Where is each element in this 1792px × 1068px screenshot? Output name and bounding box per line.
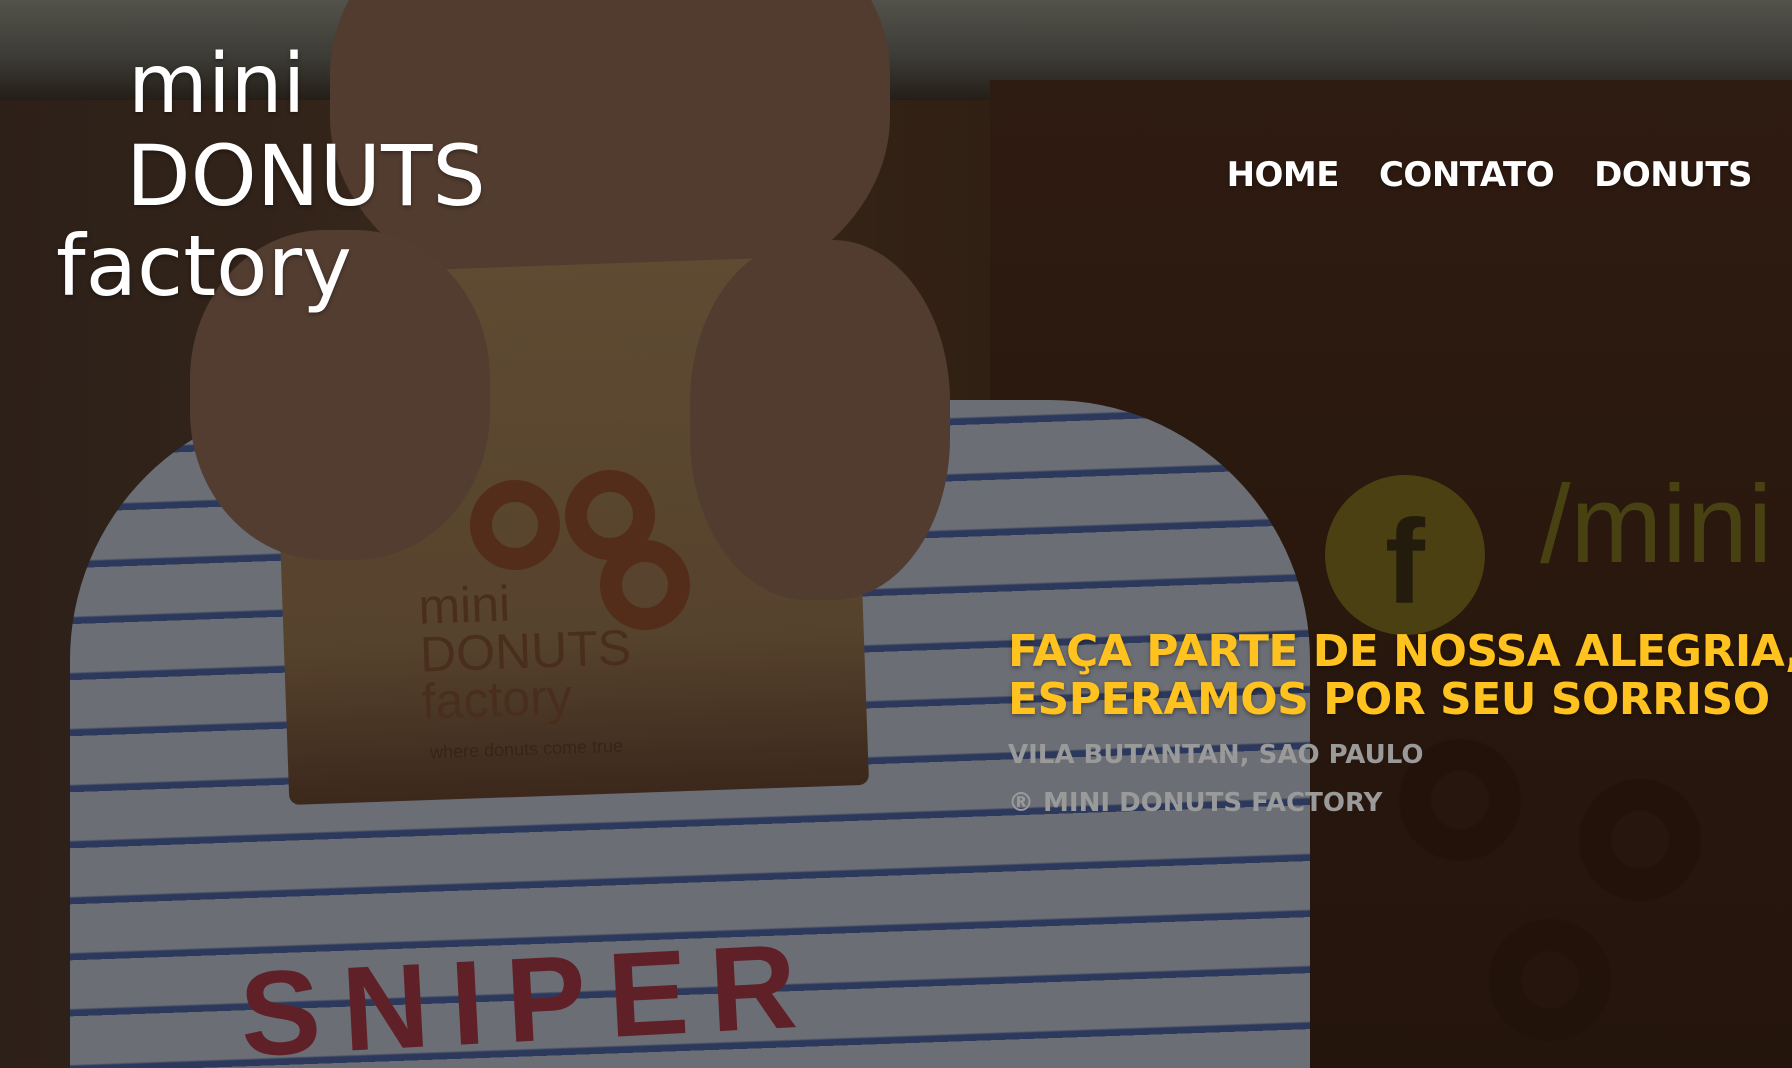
nav-item-contato[interactable]: CONTATO bbox=[1379, 158, 1555, 192]
hero-text-block: FAÇA PARTE DE NOSSA ALEGRIA, ESPERAMOS P… bbox=[1008, 626, 1792, 818]
hero-headline-line2: ESPERAMOS POR SEU SORRISO bbox=[1008, 674, 1770, 725]
copyright-text: ® MINI DONUTS FACTORY bbox=[1008, 788, 1383, 818]
logo-line-mini: mini bbox=[128, 37, 306, 132]
location-text: VILA BUTANTAN, SAO PAULO bbox=[1008, 740, 1424, 770]
hero-headline: FAÇA PARTE DE NOSSA ALEGRIA, ESPERAMOS P… bbox=[1008, 626, 1792, 725]
hero-headline-line1: FAÇA PARTE DE NOSSA ALEGRIA, bbox=[1008, 626, 1792, 677]
nav-item-donuts[interactable]: DONUTS bbox=[1594, 158, 1752, 192]
logo-line-factory: factory bbox=[56, 217, 352, 315]
nav-item-home[interactable]: HOME bbox=[1227, 158, 1340, 192]
page: f /mini SNIPER mini DONUTS factory where d… bbox=[0, 0, 1792, 1068]
site-logo[interactable]: mini DONUTS factory bbox=[56, 44, 486, 314]
logo-line-donuts: DONUTS bbox=[126, 127, 486, 225]
main-nav: HOME CONTATO DONUTS bbox=[1227, 158, 1753, 192]
